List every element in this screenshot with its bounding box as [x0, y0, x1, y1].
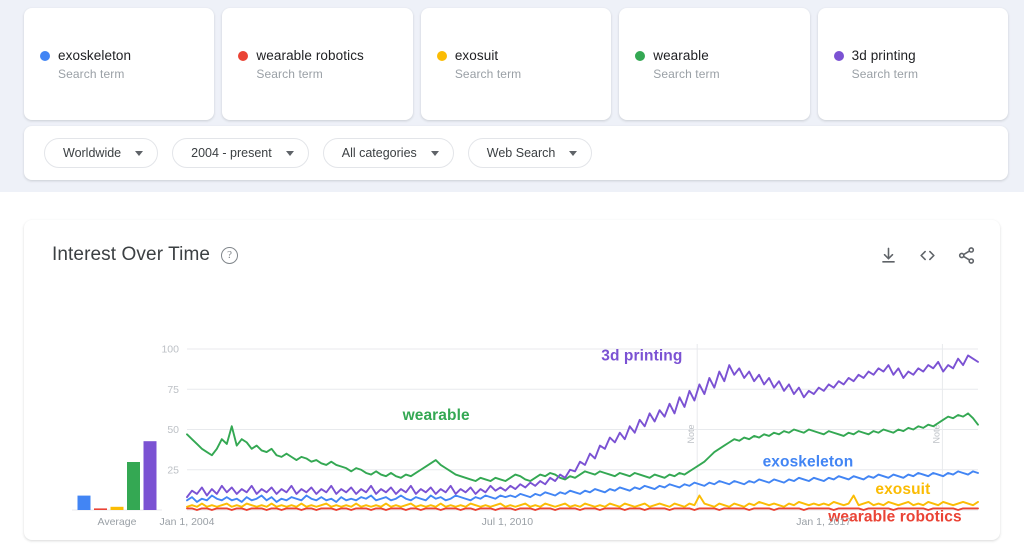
legend-dot-icon	[833, 50, 844, 61]
search-terms-row: exoskeleton Search term wearable robotic…	[24, 8, 1009, 120]
x-axis-tick: Jan 1, 2004	[160, 516, 215, 528]
series-label-exoskeleton: exoskeleton	[763, 454, 854, 471]
term-name: wearable	[653, 48, 709, 63]
average-label: Average	[98, 516, 137, 528]
trends-line-chart[interactable]: 255075100Note Noteexoskeletonwearable rob…	[24, 220, 1000, 540]
term-type: Search term	[653, 67, 720, 81]
y-axis-tick: 75	[167, 384, 179, 396]
average-bar[interactable]	[94, 508, 107, 510]
series-label-exosuit: exosuit	[875, 481, 930, 498]
filter-label: All categories	[341, 146, 417, 160]
note-annotation[interactable]: Note	[686, 424, 696, 443]
legend-dot-icon	[436, 50, 447, 61]
term-type: Search term	[851, 67, 919, 81]
term-type: Search term	[454, 67, 522, 81]
y-axis-tick: 25	[167, 464, 179, 476]
average-bar[interactable]	[77, 495, 91, 510]
filter-label: Web Search	[486, 146, 556, 160]
term-name: exosuit	[454, 48, 499, 63]
y-axis-tick: 50	[167, 424, 179, 436]
note-annotation[interactable]: Note	[931, 424, 941, 443]
search-terms-section: exoskeleton Search term wearable robotic…	[0, 0, 1024, 192]
x-axis-tick: Jul 1, 2010	[482, 516, 534, 528]
term-card-4[interactable]: 3d printing Search term	[817, 8, 1009, 120]
filter-location[interactable]: Worldwide	[44, 138, 159, 168]
term-type: Search term	[256, 67, 323, 81]
filter-label: Worldwide	[63, 146, 122, 160]
term-header: 3d printing	[833, 48, 1008, 63]
term-card-2[interactable]: exosuit Search term	[420, 8, 612, 120]
legend-dot-icon	[238, 50, 249, 61]
average-bar[interactable]	[127, 462, 140, 510]
chevron-down-icon	[569, 150, 578, 156]
term-card-0[interactable]: exoskeleton Search term	[24, 8, 215, 120]
term-header: exoskeleton	[40, 48, 214, 63]
legend-dot-icon	[635, 50, 646, 61]
chevron-down-icon	[285, 150, 294, 156]
average-bar[interactable]	[110, 506, 124, 510]
filters-bar: Worldwide 2004 - present All categories …	[24, 126, 1008, 180]
chart-plot-area[interactable]: 25 50 75 100 Note Note exoskeleton wearable rob…	[24, 220, 1000, 540]
filter-label: 2004 - present	[191, 146, 272, 160]
filter-time-range[interactable]: 2004 - present	[172, 138, 309, 168]
filter-category[interactable]: All categories	[322, 138, 454, 168]
series-line-wearable[interactable]	[186, 412, 979, 482]
term-header: wearable robotics	[238, 48, 412, 63]
average-bar[interactable]	[143, 441, 157, 510]
term-header: wearable	[635, 48, 809, 63]
interest-over-time-card: Interest Over Time ? 25 50 75 100 Note N…	[24, 220, 1000, 540]
filter-search-type[interactable]: Web Search	[467, 138, 593, 168]
term-header: exosuit	[436, 48, 611, 63]
term-name: exoskeleton	[58, 48, 132, 63]
chevron-down-icon	[430, 150, 439, 156]
y-axis-tick: 100	[161, 344, 179, 356]
term-name: wearable robotics	[256, 48, 364, 63]
term-name: 3d printing	[851, 48, 916, 63]
chevron-down-icon	[135, 150, 144, 156]
series-line-3d-printing[interactable]	[186, 354, 979, 499]
google-trends-page: exoskeleton Search term wearable robotic…	[0, 0, 1024, 550]
term-card-1[interactable]: wearable robotics Search term	[222, 8, 413, 120]
term-type: Search term	[58, 67, 125, 81]
term-card-3[interactable]: wearable Search term	[619, 8, 810, 120]
series-line-exoskeleton[interactable]	[186, 470, 979, 503]
x-axis-tick: Jan 1, 2017	[796, 516, 851, 528]
series-label-wearable: wearable	[402, 407, 470, 424]
series-label-3d-printing: 3d printing	[601, 347, 682, 364]
legend-dot-icon	[40, 50, 50, 61]
